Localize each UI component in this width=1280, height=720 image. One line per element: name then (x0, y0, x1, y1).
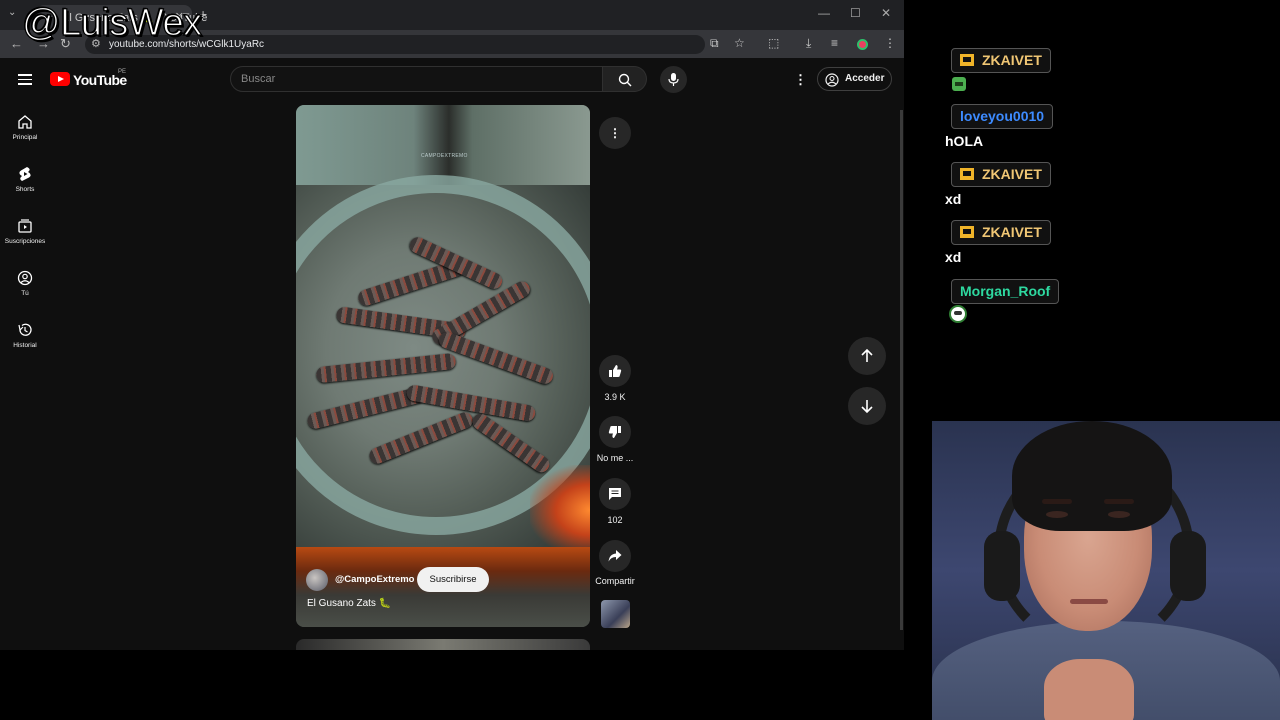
next-short-preview[interactable] (296, 639, 590, 650)
sign-in-button[interactable]: Acceder (817, 67, 892, 91)
chat-username-text: ZKAIVET (982, 224, 1042, 240)
sidebar-item-history[interactable]: Historial (0, 322, 50, 366)
you-icon (17, 270, 33, 286)
arrow-down-icon (861, 400, 873, 414)
webcam-eye (1108, 511, 1130, 518)
share-button[interactable] (599, 540, 631, 572)
like-button[interactable] (599, 355, 631, 387)
search-input[interactable] (241, 73, 591, 85)
chat-text: hOLA (945, 133, 984, 149)
browser-window: ⌄ El Gusano Zats 🐛 - YouTube ✕ + — ☐ ✕ ←… (0, 0, 904, 650)
share-arrow-icon (608, 550, 622, 562)
chat-username: loveyou0010 (951, 104, 1054, 129)
video-title[interactable]: El Gusano Zats 🐛 (307, 598, 391, 609)
sidebar-label-subscriptions: Suscripciones (4, 238, 46, 245)
sidebar-item-subscriptions[interactable]: Suscripciones (0, 218, 50, 262)
youtube-logo-icon[interactable] (50, 72, 70, 86)
sidebar-label-you: Tú (21, 290, 29, 297)
webcam-mouth (1070, 599, 1108, 604)
fire-glow (530, 465, 590, 555)
chat-username-text: ZKAIVET (982, 52, 1042, 68)
browser-menu-icon[interactable]: ⋮ (884, 36, 896, 50)
crown-badge-icon (960, 168, 974, 180)
account-circle-icon (825, 73, 839, 87)
streamer-handle: @LuisWex (21, 1, 202, 44)
sidebar-item-shorts[interactable]: Shorts (0, 166, 50, 210)
webcam-eye (1046, 511, 1068, 518)
channel-name[interactable]: @CampoExtremo (335, 574, 414, 585)
search-box (230, 66, 603, 92)
sidebar-label-home: Principal (12, 134, 38, 141)
video-watermark: CAMPOEXTREMO (421, 153, 468, 159)
country-code: PE (118, 69, 127, 75)
chat-username: Morgan_Roof (951, 279, 1060, 304)
sidebar-label-shorts: Shorts (15, 186, 35, 193)
maximize-button[interactable]: ☐ (850, 6, 861, 20)
webcam-brow (1104, 499, 1134, 504)
voice-search-button[interactable] (660, 66, 687, 93)
search-icon (618, 73, 632, 87)
sign-in-label: Acceder (845, 73, 885, 84)
crown-badge-icon (960, 226, 974, 238)
microphone-icon (668, 73, 679, 86)
hamburger-menu-icon[interactable] (18, 74, 32, 85)
chat-username: ZKAIVET (951, 162, 1051, 187)
profile-avatar-icon[interactable] (857, 39, 868, 50)
extensions-icon[interactable]: ⬚ (768, 36, 779, 50)
settings-more-icon[interactable]: ⋮ (794, 72, 807, 88)
dislike-button[interactable] (599, 416, 631, 448)
chat-username: ZKAIVET (951, 48, 1051, 73)
close-window-button[interactable]: ✕ (881, 6, 891, 20)
chat-text: xd (945, 249, 962, 265)
dislike-label: No me ... (596, 453, 634, 463)
cast-icon[interactable]: ⧉ (710, 36, 719, 51)
shorts-icon (19, 167, 31, 181)
youtube-sidebar: Principal Shorts Suscripciones Tú Histor… (0, 102, 50, 650)
audio-track-thumbnail[interactable] (601, 600, 630, 628)
chat-username: ZKAIVET (951, 220, 1051, 245)
history-icon (18, 323, 32, 336)
arrow-up-icon (861, 348, 873, 362)
headset-earcup (1170, 531, 1206, 601)
like-count: 3.9 K (604, 392, 626, 402)
face-emote-icon (949, 305, 967, 323)
page-scrollbar[interactable] (900, 110, 903, 630)
tab-search-icon[interactable]: ⌄ (8, 7, 16, 18)
comment-count: 102 (607, 515, 623, 525)
youtube-header: YouTube PE ⋮ Acceder (0, 58, 904, 102)
thumbs-down-icon (608, 426, 621, 438)
comment-icon (609, 488, 621, 500)
webcam-hand (1044, 659, 1134, 720)
green-emote-icon (952, 77, 966, 91)
share-label: Compartir (595, 576, 635, 586)
video-frame-top: CAMPOEXTREMO (296, 105, 590, 185)
headset-earcup (984, 531, 1020, 601)
previous-short-button[interactable] (848, 337, 886, 375)
channel-avatar[interactable] (306, 569, 328, 591)
thumbs-up-icon (609, 365, 622, 377)
sidebar-label-history: Historial (13, 342, 37, 349)
home-icon (18, 115, 32, 129)
minimize-button[interactable]: — (818, 6, 830, 20)
streamer-webcam (932, 421, 1280, 720)
chat-username-text: ZKAIVET (982, 166, 1042, 182)
media-controls-icon[interactable]: ≡ (831, 36, 838, 50)
short-video-player[interactable]: CAMPOEXTREMO @CampoExtremo Suscribirse E… (296, 105, 590, 627)
download-icon[interactable]: ⤓ (806, 36, 811, 51)
more-vertical-icon: ⋮ (609, 126, 621, 140)
sidebar-item-home[interactable]: Principal (0, 114, 50, 158)
webcam-hair (1012, 421, 1172, 531)
webcam-brow (1042, 499, 1072, 504)
subscriptions-icon (18, 219, 32, 233)
next-short-button[interactable] (848, 387, 886, 425)
crown-badge-icon (960, 54, 974, 66)
bookmark-star-icon[interactable]: ☆ (734, 36, 745, 50)
subscribe-button[interactable]: Suscribirse (417, 567, 489, 592)
search-button[interactable] (603, 66, 647, 92)
short-more-options-button[interactable]: ⋮ (599, 117, 631, 149)
chat-text: xd (945, 191, 962, 207)
comments-button[interactable] (599, 478, 631, 510)
sidebar-item-you[interactable]: Tú (0, 270, 50, 314)
